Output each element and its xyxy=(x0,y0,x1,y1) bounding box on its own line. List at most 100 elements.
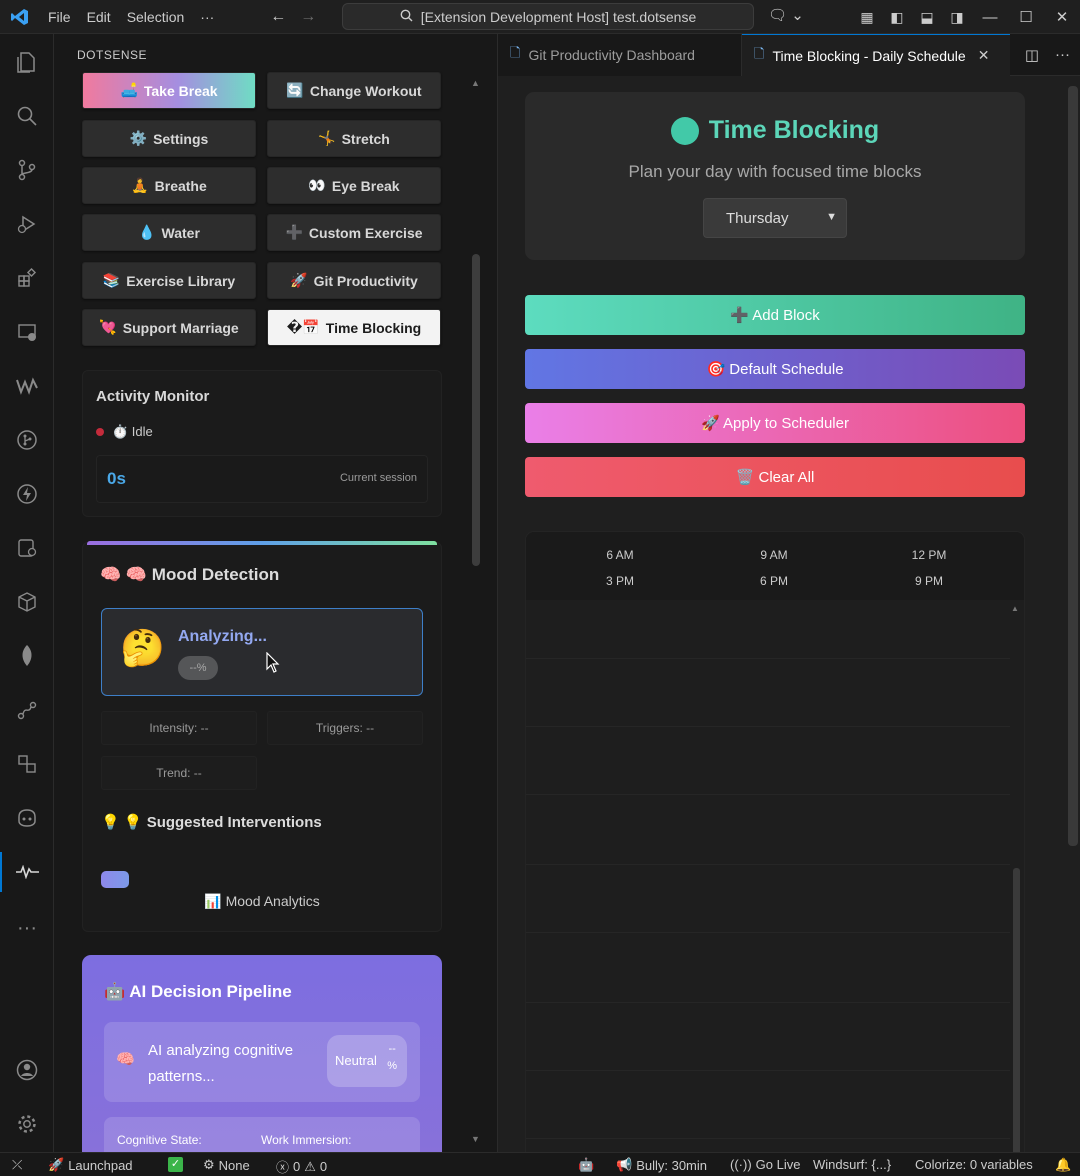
scroll-down-arrow-icon[interactable]: ▼ xyxy=(471,1134,480,1144)
search-text: [Extension Development Host] test.dotsen… xyxy=(420,8,697,25)
timeline-row[interactable] xyxy=(526,1138,1010,1139)
time-blocking-button[interactable]: �📅 Time Blocking xyxy=(267,309,441,346)
file-icon: 🗋 xyxy=(754,45,765,61)
stretch-button[interactable]: 🤸 Stretch xyxy=(267,120,441,157)
tab-git-productivity-dashboard[interactable]: 🗋 Git Productivity Dashboard xyxy=(498,34,742,76)
copilot-chat-icon[interactable]: 🗨 ⌄ xyxy=(768,6,804,24)
time-label: 12 PM xyxy=(911,548,947,562)
timeline-row[interactable] xyxy=(526,726,1010,727)
sidebar-scrollbar[interactable] xyxy=(472,254,480,566)
breathe-button[interactable]: 🧘 Breathe xyxy=(82,167,256,204)
time-blocking-header: Time Blocking Plan your day with focused… xyxy=(525,92,1025,260)
menu-more[interactable]: ··· xyxy=(192,0,222,34)
page-title: Time Blocking xyxy=(525,116,1025,145)
structure-icon[interactable] xyxy=(0,744,54,784)
launchpad-item[interactable]: 🚀 Launchpad xyxy=(48,1157,133,1173)
timeline-row[interactable] xyxy=(526,932,1010,933)
timeline-row[interactable] xyxy=(526,1002,1010,1003)
forward-arrow-icon[interactable]: → xyxy=(300,8,316,26)
exercise-library-button[interactable]: 📚 Exercise Library xyxy=(82,262,256,299)
search-view-icon[interactable] xyxy=(0,96,54,136)
change-workout-button[interactable]: 🔄 Change Workout xyxy=(267,72,441,109)
back-arrow-icon[interactable]: ← xyxy=(270,8,286,26)
timeline-row[interactable] xyxy=(526,1070,1010,1071)
take-break-button[interactable]: 🛋️ Take Break xyxy=(82,72,256,109)
mood-analytics-link[interactable]: 📊 Mood Analytics xyxy=(83,893,441,910)
custom-exercise-button[interactable]: ➕ Custom Exercise xyxy=(267,214,441,251)
status-bar: ⤫ 🚀 Launchpad ✓ ⚙ None ⓧ 0 ⚠ 0 🤖 📢 Bully: … xyxy=(0,1152,1080,1176)
search-icon xyxy=(400,9,413,25)
mouse-cursor-icon xyxy=(266,652,280,673)
cube-icon[interactable] xyxy=(0,582,54,622)
default-schedule-button[interactable]: 🎯 Default Schedule xyxy=(525,349,1025,389)
triggers-stat: Triggers: -- xyxy=(267,711,423,745)
intensity-stat: Intensity: -- xyxy=(101,711,257,745)
menu-selection[interactable]: Selection xyxy=(119,0,193,34)
pipeline-icon[interactable] xyxy=(0,690,54,730)
dotsense-activity-icon[interactable] xyxy=(0,852,54,892)
settings-button[interactable]: ⚙️ Settings xyxy=(82,120,256,157)
more-views-icon[interactable]: ··· xyxy=(0,908,54,948)
copilot-status-icon[interactable]: 🤖 xyxy=(578,1157,594,1173)
command-center-search[interactable]: [Extension Development Host] test.dotsen… xyxy=(342,3,754,30)
menu-file[interactable]: File xyxy=(40,0,79,34)
notifications-bell-icon[interactable]: 🔔 xyxy=(1055,1157,1071,1173)
timeline-scroll-up-icon[interactable]: ▲ xyxy=(1011,604,1019,613)
eye-break-button[interactable]: 👀 Eye Break xyxy=(267,167,441,204)
git-graph-icon[interactable] xyxy=(0,420,54,460)
remote-explorer-icon[interactable] xyxy=(0,312,54,352)
session-value: 0s xyxy=(107,469,126,488)
mood-detection-title: 🧠 🧠 Mood Detection xyxy=(100,565,280,584)
timeline-scrollbar[interactable] xyxy=(1013,868,1020,1168)
timeline-row[interactable] xyxy=(526,794,1010,795)
scroll-up-arrow-icon[interactable]: ▲ xyxy=(471,78,480,88)
check-status[interactable]: ✓ xyxy=(168,1157,183,1172)
windsurf-status-item[interactable]: Windsurf: {...} xyxy=(813,1157,891,1172)
more-actions-icon[interactable]: ··· xyxy=(1055,46,1070,64)
interventions-toggle[interactable] xyxy=(101,871,129,888)
water-button[interactable]: 💧 Water xyxy=(82,214,256,251)
gitlens-icon[interactable] xyxy=(0,528,54,568)
windsurf-icon[interactable] xyxy=(0,366,54,406)
ai-analysis-box: 🧠 AI analyzing cognitive patterns... Neu… xyxy=(104,1022,420,1102)
close-window-icon[interactable]: ✕ xyxy=(1044,8,1080,26)
extensions-icon[interactable] xyxy=(0,258,54,298)
menu-edit[interactable]: Edit xyxy=(79,0,119,34)
leaf-icon[interactable] xyxy=(0,636,54,676)
add-block-button[interactable]: ➕ Add Block xyxy=(525,295,1025,335)
toggle-panel-icon[interactable]: ⬓ xyxy=(912,9,942,26)
close-tab-icon[interactable]: ✕ xyxy=(978,47,990,64)
account-icon[interactable] xyxy=(0,1050,54,1090)
run-debug-icon[interactable] xyxy=(0,204,54,244)
apply-to-scheduler-button[interactable]: 🚀 Apply to Scheduler xyxy=(525,403,1025,443)
toggle-secondary-sidebar-icon[interactable]: ◨ xyxy=(942,9,972,26)
cognitive-state-label: Cognitive State: xyxy=(117,1133,202,1147)
profile-none-item[interactable]: ⚙ None xyxy=(203,1157,250,1173)
lightning-icon[interactable] xyxy=(0,474,54,514)
tab-time-blocking[interactable]: 🗋 Time Blocking - Daily Schedule ✕ xyxy=(742,34,1010,76)
ai-state-details: Cognitive State: Work Immersion: xyxy=(104,1117,420,1152)
broadcast-icon: ((·)) xyxy=(730,1157,752,1172)
timeline-row[interactable] xyxy=(526,864,1010,865)
minimize-icon[interactable]: — xyxy=(972,9,1008,26)
git-productivity-button[interactable]: 🚀 Git Productivity xyxy=(267,262,441,299)
clear-all-button[interactable]: 🗑️ Clear All xyxy=(525,457,1025,497)
bully-timer-item[interactable]: 📢 Bully: 30min xyxy=(616,1157,707,1173)
remote-indicator-icon[interactable]: ⤫ xyxy=(12,1157,22,1173)
explorer-icon[interactable] xyxy=(0,42,54,82)
customize-layout-icon[interactable]: ▦ xyxy=(852,9,882,26)
manage-gear-icon[interactable] xyxy=(0,1104,54,1144)
editor-scrollbar[interactable] xyxy=(1068,86,1078,846)
source-control-icon[interactable] xyxy=(0,150,54,190)
maximize-icon[interactable]: ☐ xyxy=(1008,8,1044,26)
copilot-icon[interactable] xyxy=(0,798,54,838)
colorize-status-item[interactable]: Colorize: 0 variables xyxy=(915,1157,1033,1172)
go-live-item[interactable]: ((·)) Go Live xyxy=(730,1157,800,1172)
timeline-row[interactable] xyxy=(526,658,1010,659)
problems-item[interactable]: ⓧ 0 ⚠ 0 xyxy=(276,1157,327,1176)
toggle-primary-sidebar-icon[interactable]: ◧ xyxy=(882,9,912,26)
checkmark-icon: ✓ xyxy=(168,1157,183,1172)
split-editor-icon[interactable]: ◫ xyxy=(1025,46,1039,64)
support-marriage-button[interactable]: 💘 Support Marriage xyxy=(82,309,256,346)
day-select[interactable]: Thursday ▼ xyxy=(703,198,847,238)
